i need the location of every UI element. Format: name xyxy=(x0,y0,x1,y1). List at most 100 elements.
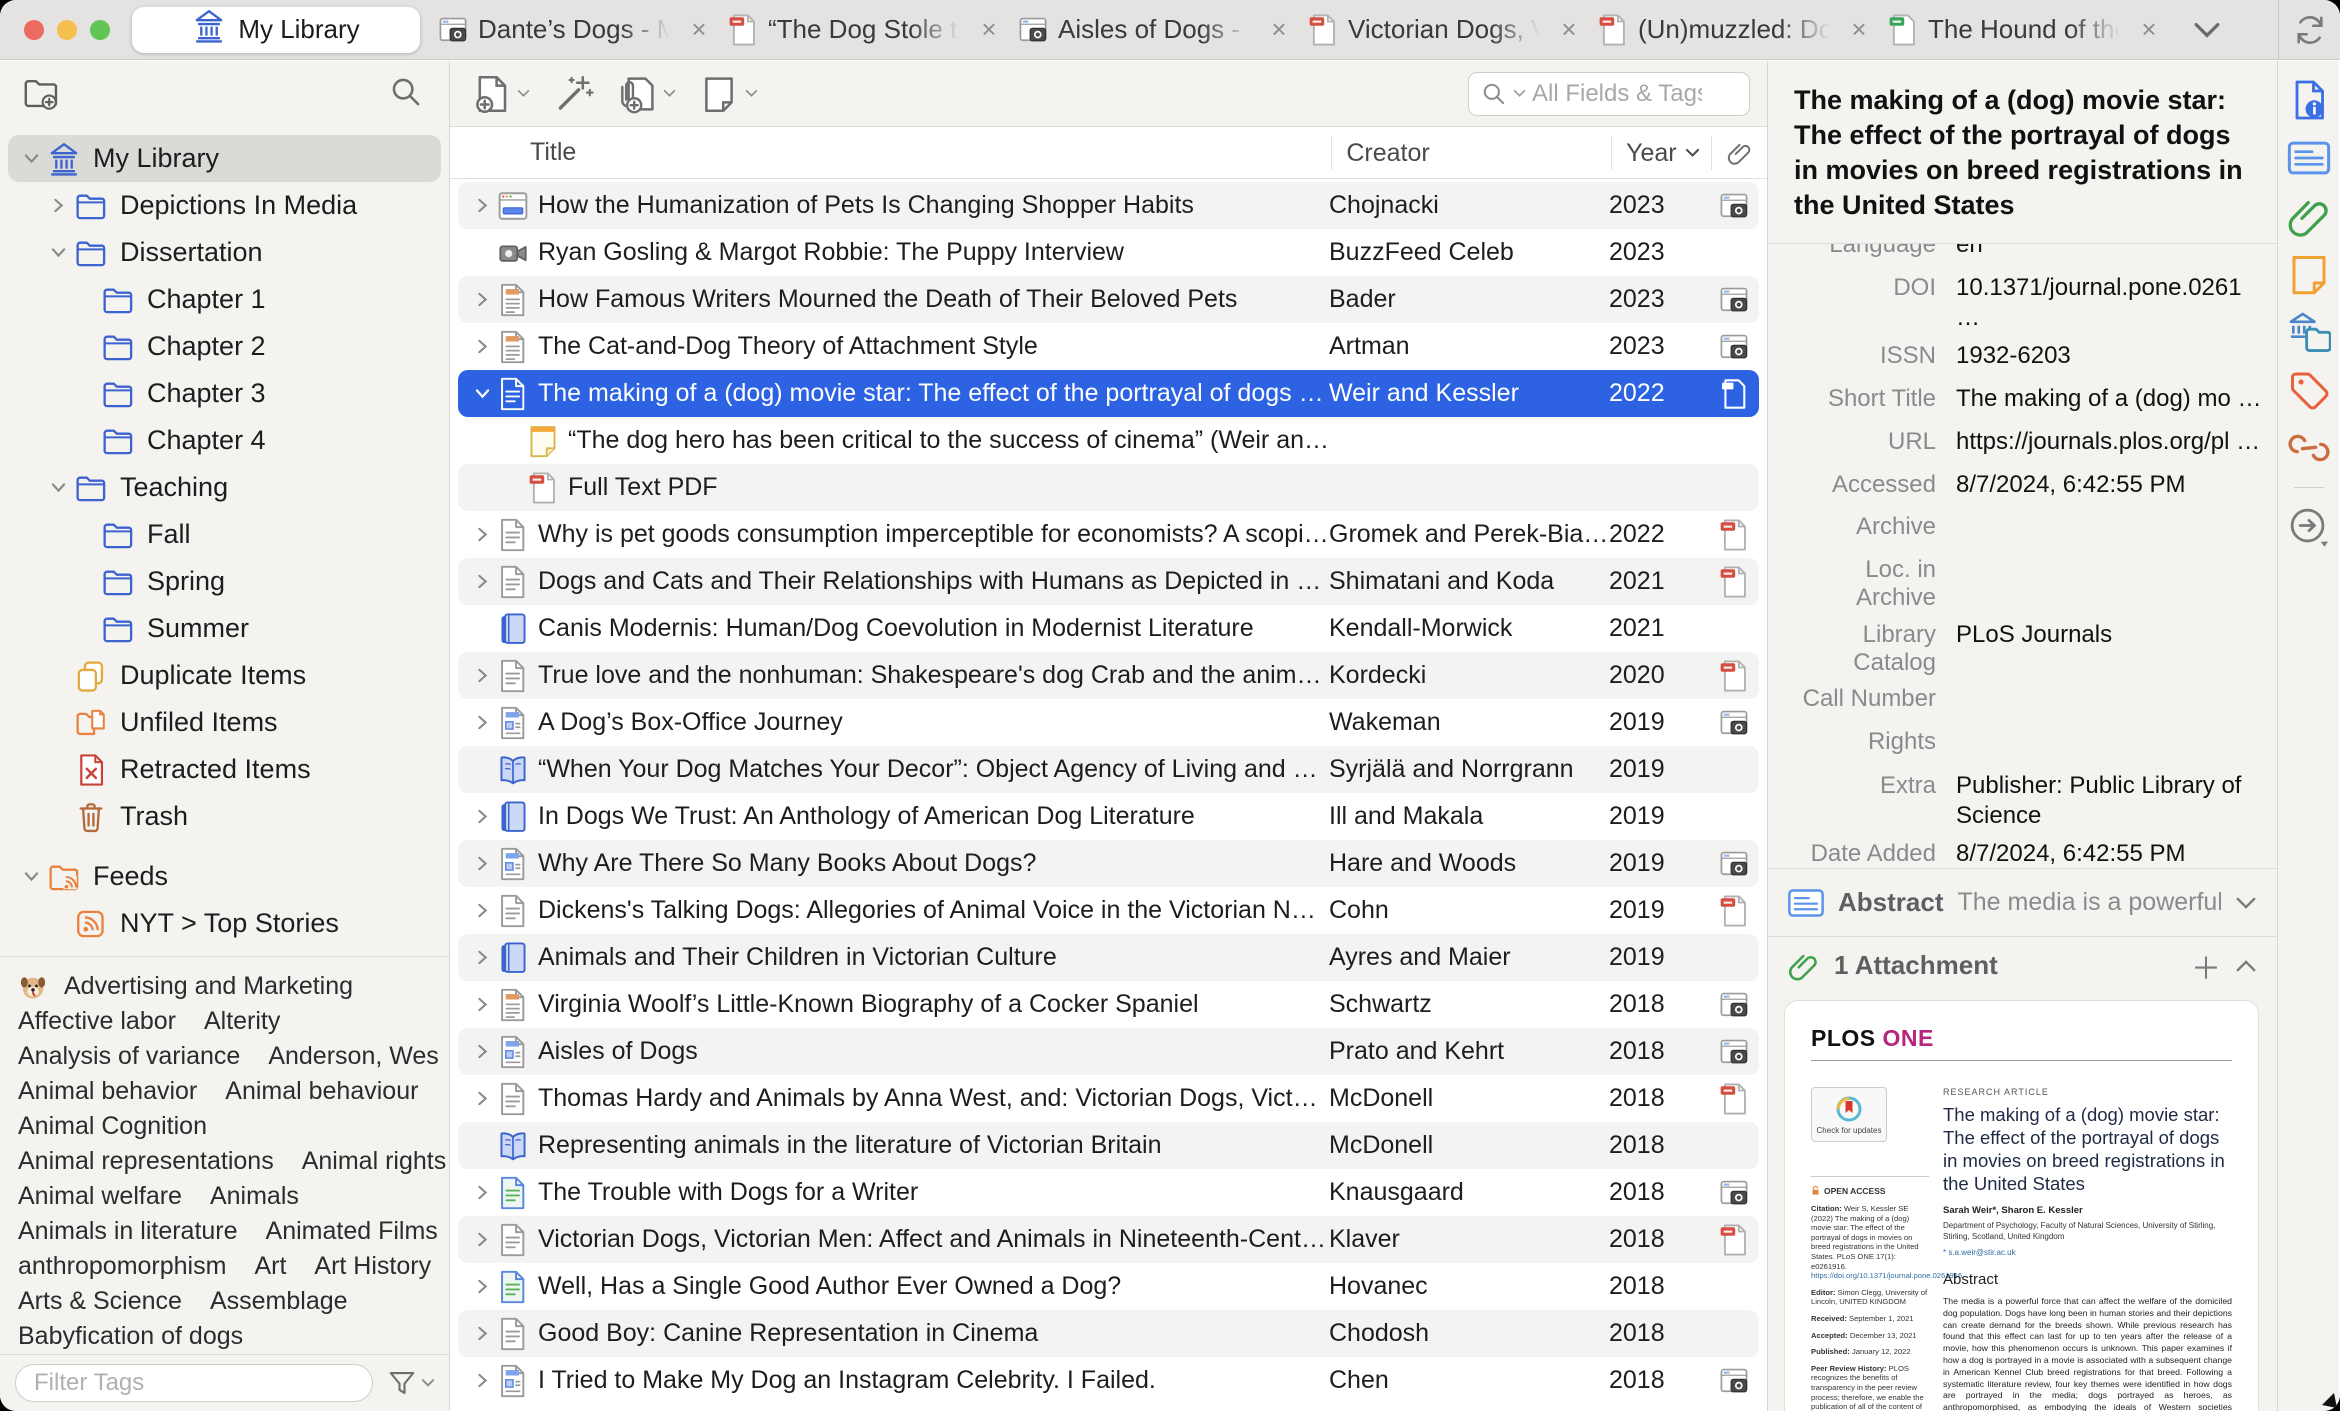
new-attachment-button[interactable] xyxy=(616,73,676,115)
item-row[interactable]: Why is pet goods consumption imperceptib… xyxy=(458,511,1759,558)
tag-item[interactable]: Art xyxy=(254,1252,286,1281)
chevron-right-icon[interactable] xyxy=(470,1185,494,1200)
search-box[interactable] xyxy=(1468,71,1750,116)
item-row[interactable]: Virginia Woolf’s Little-Known Biography … xyxy=(458,981,1759,1028)
sidebar-item-dissertation[interactable]: Dissertation xyxy=(8,229,441,276)
rail-libraries-button[interactable] xyxy=(2286,309,2332,355)
tag-item[interactable]: Assemblage xyxy=(210,1287,348,1316)
item-row[interactable]: Good Boy: Canine Representation in Cinem… xyxy=(458,1310,1759,1357)
tab-close-icon[interactable]: × xyxy=(686,14,712,45)
item-row[interactable]: Canis Modernis: Human/Dog Coevolution in… xyxy=(458,605,1759,652)
chevron-right-icon[interactable] xyxy=(470,950,494,965)
rail-info-button[interactable] xyxy=(2286,77,2332,123)
new-collection-button[interactable] xyxy=(22,73,60,116)
field-doi[interactable]: DOI 10.1371/journal.pone.0261 … xyxy=(1768,265,2277,333)
tab-close-icon[interactable]: × xyxy=(2136,14,2162,45)
tab-reader-2[interactable]: Aisles of Dogs - Prat × xyxy=(1012,0,1302,60)
tab-close-icon[interactable]: × xyxy=(1846,14,1872,45)
tag-item[interactable]: Affective labor xyxy=(18,1007,176,1036)
chevron-right-icon[interactable] xyxy=(45,198,71,213)
tab-reader-5[interactable]: The Hound of the Ba × xyxy=(1882,0,2172,60)
chevron-right-icon[interactable] xyxy=(470,1326,494,1341)
chevron-right-icon[interactable] xyxy=(470,997,494,1012)
tag-item[interactable]: Anderson, Wes xyxy=(268,1042,438,1071)
item-row[interactable]: A Dog’s Box-Office Journey Wakeman 2019 xyxy=(458,699,1759,746)
item-row[interactable]: Well, Has a Single Good Author Ever Owne… xyxy=(458,1263,1759,1310)
rail-notes-button[interactable] xyxy=(2286,251,2332,297)
tab-my-library[interactable]: My Library xyxy=(132,6,420,53)
tag-item[interactable]: Animal Cognition xyxy=(18,1112,207,1141)
sidebar-item-nyt-top-stories[interactable]: NYT > Top Stories xyxy=(8,900,441,947)
chevron-down-icon[interactable] xyxy=(18,869,44,884)
chevron-right-icon[interactable] xyxy=(470,1091,494,1106)
field-library-catalog[interactable]: Library Catalog PLoS Journals xyxy=(1768,612,2277,677)
chevron-right-icon[interactable] xyxy=(470,809,494,824)
item-row[interactable]: Representing animals in the literature o… xyxy=(458,1122,1759,1169)
chevron-right-icon[interactable] xyxy=(470,292,494,307)
rail-locate-button[interactable] xyxy=(2286,504,2332,550)
sidebar-item-my-library[interactable]: My Library xyxy=(8,135,441,182)
tag-item[interactable]: Arts & Science xyxy=(18,1287,182,1316)
sidebar-item-retracted-items[interactable]: Retracted Items xyxy=(8,746,441,793)
minimize-window-button[interactable] xyxy=(57,19,77,40)
new-note-button[interactable] xyxy=(698,73,758,115)
field-archive[interactable]: Archive xyxy=(1768,505,2277,548)
abstract-expand-chevron-icon[interactable] xyxy=(2235,896,2257,910)
sidebar-item-depictions-in-media[interactable]: Depictions In Media xyxy=(8,182,441,229)
item-row[interactable]: The Cat-and-Dog Theory of Attachment Sty… xyxy=(458,323,1759,370)
tab-reader-4[interactable]: (Un)muzzled: Dogs × xyxy=(1592,0,1882,60)
tag-item[interactable]: Art History xyxy=(314,1252,431,1281)
tag-item[interactable]: Animal behavior xyxy=(18,1077,197,1106)
item-row[interactable]: Dogs and Cats and Their Relationships wi… xyxy=(458,558,1759,605)
item-row[interactable]: How the Humanization of Pets Is Changing… xyxy=(458,182,1759,229)
sidebar-item-trash[interactable]: Trash xyxy=(8,793,441,840)
field-language[interactable]: Language en xyxy=(1768,244,2277,265)
tag-item[interactable]: Babyfication of dogs xyxy=(18,1322,243,1351)
field-accessed[interactable]: Accessed 8/7/2024, 6:42:55 PM xyxy=(1768,462,2277,505)
item-row[interactable]: Dickens's Talking Dogs: Allegories of An… xyxy=(458,887,1759,934)
close-window-button[interactable] xyxy=(24,19,44,40)
sidebar-item-unfiled-items[interactable]: Unfiled Items xyxy=(8,699,441,746)
tab-reader-1[interactable]: “The Dog Stole the P × xyxy=(722,0,1012,60)
field-rights[interactable]: Rights xyxy=(1768,720,2277,763)
new-item-button[interactable] xyxy=(470,73,530,115)
add-by-identifier-button[interactable] xyxy=(552,73,594,115)
tab-reader-0[interactable]: Dante’s Dogs - Mang × xyxy=(432,0,722,60)
rail-abstract-button[interactable] xyxy=(2286,135,2332,181)
chevron-right-icon[interactable] xyxy=(470,1373,494,1388)
item-row[interactable]: How Famous Writers Mourned the Death of … xyxy=(458,276,1759,323)
sidebar-item-chapter-4[interactable]: Chapter 4 xyxy=(8,417,441,464)
rail-attachments-button[interactable] xyxy=(2286,193,2332,239)
column-header-creator[interactable]: Creator xyxy=(1331,135,1611,170)
chevron-right-icon[interactable] xyxy=(470,1044,494,1059)
add-attachment-button[interactable]: ＋ xyxy=(2191,944,2221,988)
column-header-year[interactable]: Year xyxy=(1611,135,1711,170)
tag-item[interactable]: Animal representations xyxy=(18,1147,274,1176)
chevron-right-icon[interactable] xyxy=(470,1232,494,1247)
chevron-down-icon[interactable] xyxy=(45,480,71,495)
tag-item[interactable]: Analysis of variance xyxy=(18,1042,240,1071)
zoom-window-button[interactable] xyxy=(90,19,110,40)
sidebar-item-summer[interactable]: Summer xyxy=(8,605,441,652)
item-row[interactable]: I Tried to Make My Dog an Instagram Cele… xyxy=(458,1357,1759,1404)
column-header-title[interactable]: Title xyxy=(450,138,1331,167)
sidebar-item-fall[interactable]: Fall xyxy=(8,511,441,558)
chevron-right-icon[interactable] xyxy=(470,339,494,354)
sidebar-item-feeds[interactable]: Feeds xyxy=(8,853,441,900)
field-call-number[interactable]: Call Number xyxy=(1768,677,2277,720)
rail-tags-button[interactable] xyxy=(2286,367,2332,413)
field-extra[interactable]: Extra Publisher: Public Library of Scien… xyxy=(1768,763,2277,831)
tag-item[interactable]: Animal behaviour xyxy=(225,1077,418,1106)
abstract-section[interactable]: Abstract The media is a powerful forc… xyxy=(1768,869,2277,937)
attachments-collapse-chevron-icon[interactable] xyxy=(2235,959,2257,973)
tag-item[interactable]: Animals xyxy=(210,1182,299,1211)
chevron-right-icon[interactable] xyxy=(470,574,494,589)
tag-item[interactable]: Alterity xyxy=(204,1007,280,1036)
field-loc-in-archive[interactable]: Loc. in Archive xyxy=(1768,548,2277,612)
filter-tags-input[interactable] xyxy=(15,1364,373,1402)
item-row[interactable]: Why Are There So Many Books About Dogs? … xyxy=(458,840,1759,887)
chevron-down-icon[interactable] xyxy=(45,245,71,260)
item-row[interactable]: The Trouble with Dogs for a Writer Knaus… xyxy=(458,1169,1759,1216)
item-row[interactable]: Victorian Dogs, Victorian Men: Affect an… xyxy=(458,1216,1759,1263)
tab-overflow-button[interactable] xyxy=(2172,21,2242,39)
